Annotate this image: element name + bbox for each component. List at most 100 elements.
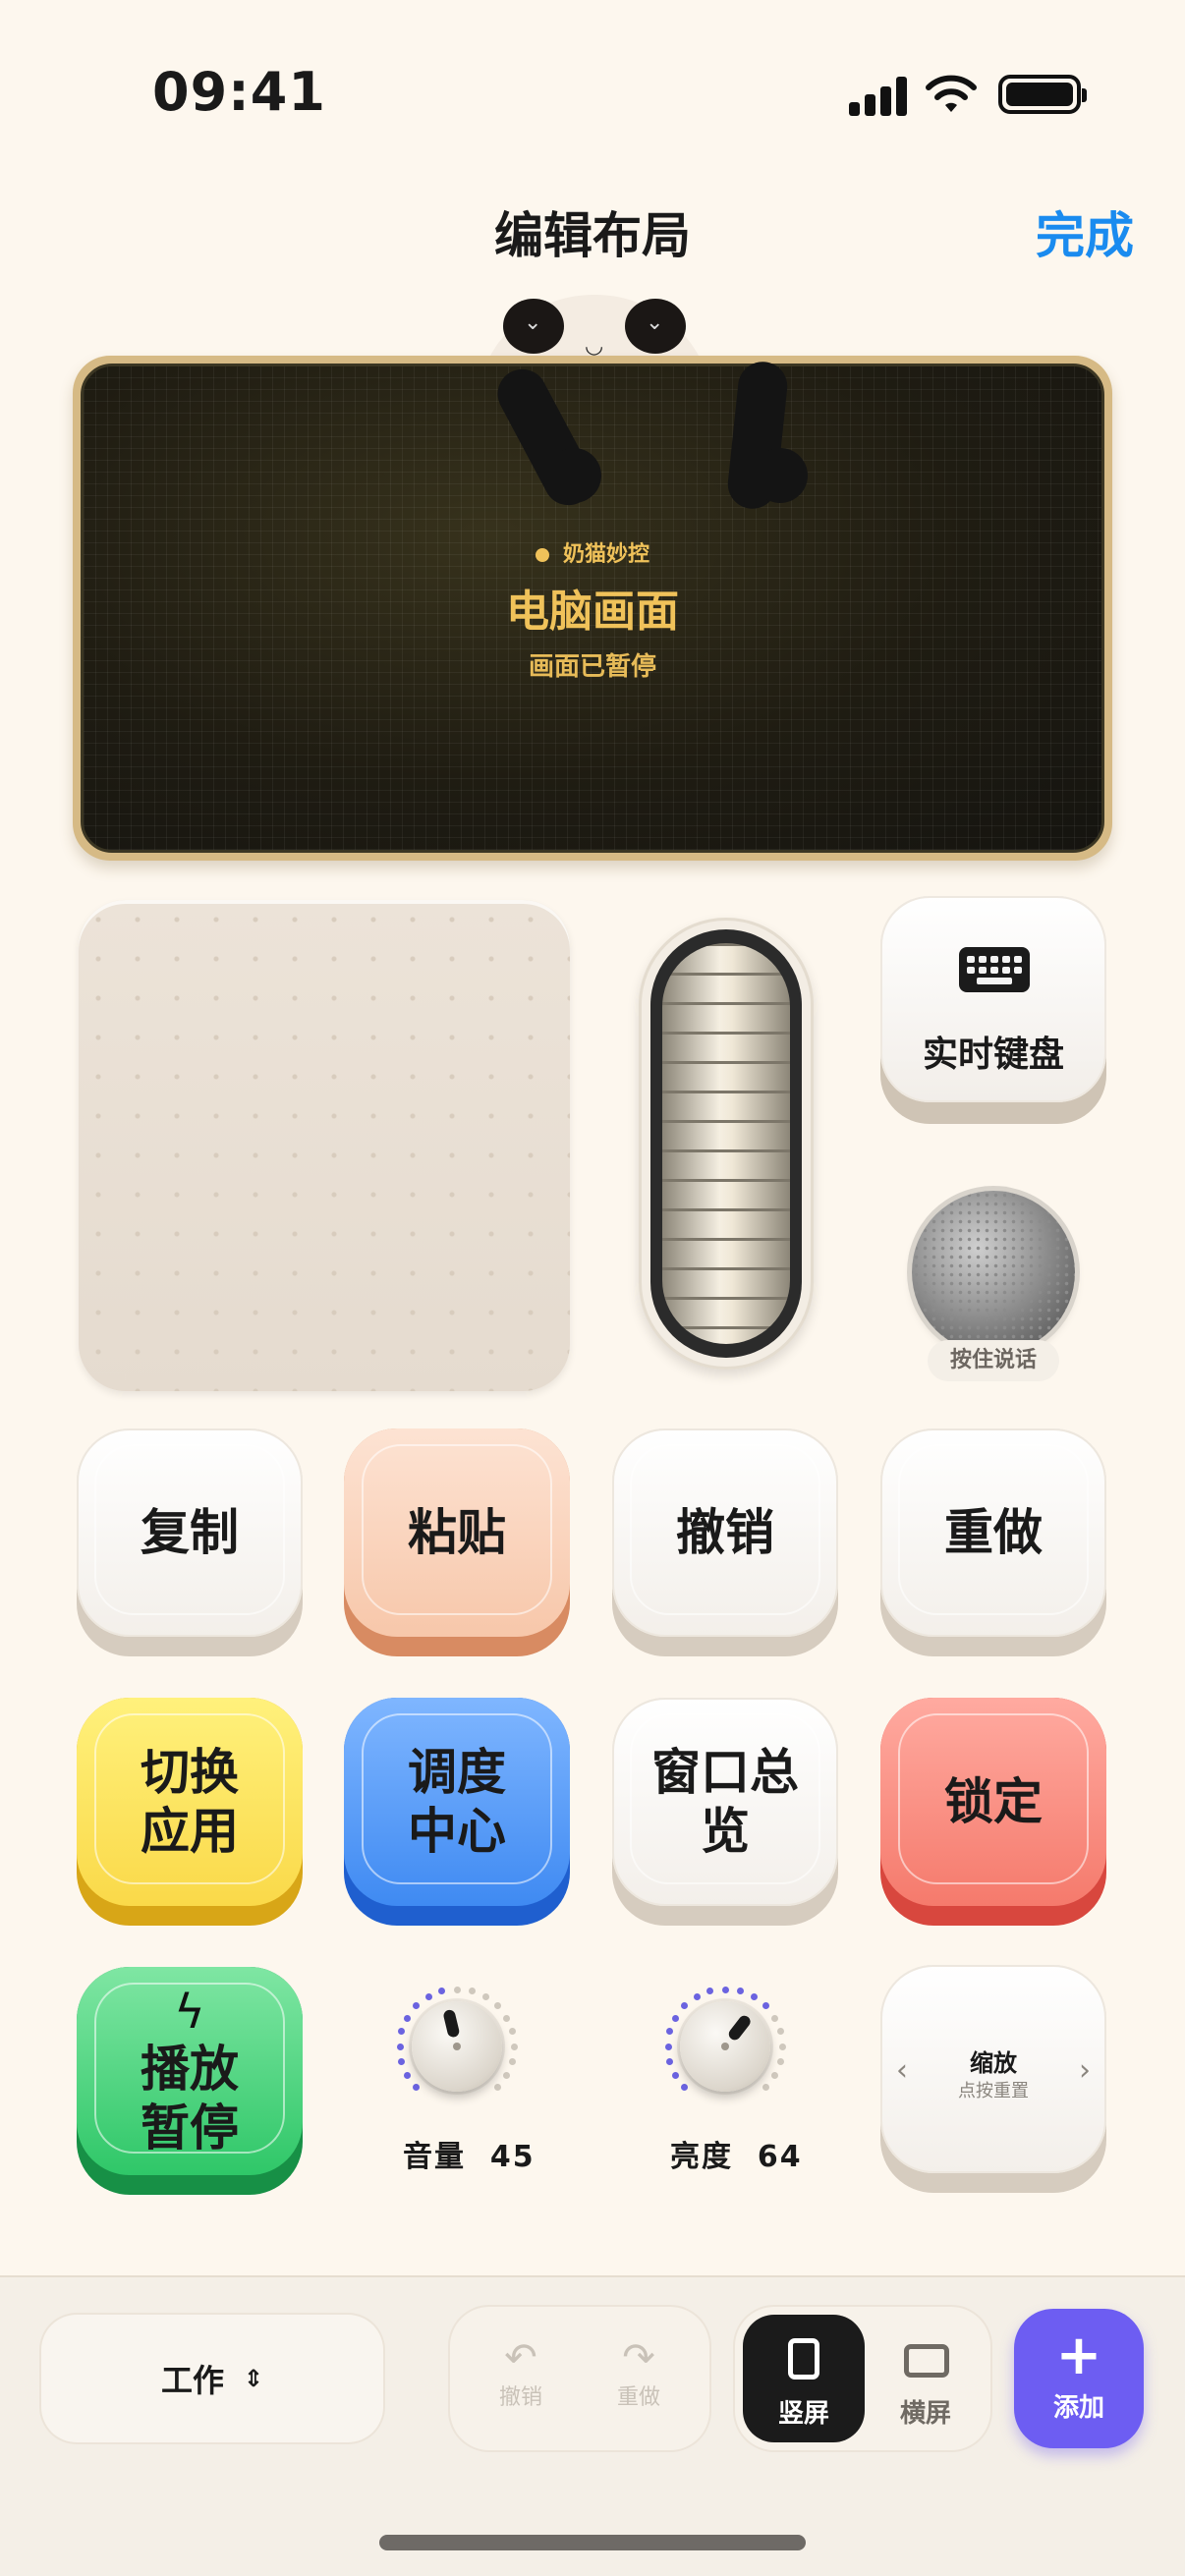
knob-tick xyxy=(413,2083,421,2091)
live-keyboard-button[interactable]: 实时键盘 xyxy=(880,896,1106,1124)
battery-icon xyxy=(998,75,1087,114)
knob-tick xyxy=(481,1993,489,2001)
landscape-button[interactable]: 横屏 xyxy=(865,2315,987,2442)
knob-tick xyxy=(404,2014,412,2022)
knob-tick xyxy=(468,1988,476,1995)
screen-tag-label: 奶猫妙控 xyxy=(562,542,649,567)
layout-mode-label: 工作 xyxy=(160,2362,224,2399)
copy-key[interactable]: 复制 xyxy=(77,1428,303,1656)
knob-tick xyxy=(681,2083,689,2091)
knob-tick xyxy=(508,2057,516,2065)
live-keyboard-label: 实时键盘 xyxy=(922,1035,1064,1075)
knob-tick xyxy=(681,2002,689,2010)
switch-app-key-label: 切换 应用 xyxy=(141,1744,239,1860)
scroll-wheel-roller[interactable] xyxy=(662,943,790,1344)
redo-button-label: 重做 xyxy=(616,2385,660,2410)
lock-key-label: 锁定 xyxy=(944,1773,1043,1830)
add-button-label: 添加 xyxy=(1052,2393,1104,2423)
page-title: 编辑布局 xyxy=(494,207,691,264)
undo-icon: ↶ xyxy=(504,2335,537,2380)
screen-tag: 奶猫妙控 xyxy=(0,536,1185,568)
zoom-subtitle: 点按重置 xyxy=(958,2081,1029,2101)
add-button[interactable]: + 添加 xyxy=(1014,2309,1144,2448)
redo-key[interactable]: 重做 xyxy=(880,1428,1106,1656)
knob-tick xyxy=(508,2028,516,2036)
portrait-button[interactable]: 竖屏 xyxy=(743,2315,865,2442)
mission-control-key-label: 调度 中心 xyxy=(408,1744,506,1860)
wifi-icon xyxy=(926,75,977,112)
knob-tick xyxy=(493,2002,501,2010)
portrait-label: 竖屏 xyxy=(777,2399,829,2429)
screen-status: 画面已暂停 xyxy=(528,652,656,682)
knob-center xyxy=(453,2043,461,2050)
knob-tick xyxy=(398,2028,406,2036)
trackpad[interactable] xyxy=(79,900,570,1391)
knob-tick xyxy=(672,2071,680,2079)
undo-button-label: 撤销 xyxy=(498,2385,542,2410)
volume-knob-indicator xyxy=(442,2008,461,2039)
knob-tick xyxy=(721,1986,729,1993)
zoom-control[interactable]: ‹ › 缩放 点按重置 xyxy=(880,1965,1106,2193)
window-overview-key-label: 窗口总 览 xyxy=(651,1744,799,1860)
knob-tick xyxy=(424,1993,432,2001)
undo-key[interactable]: 撤销 xyxy=(612,1428,838,1656)
push-to-talk-button[interactable] xyxy=(912,1191,1075,1354)
knob-tick xyxy=(776,2057,784,2065)
brightness-label: 亮度 64 xyxy=(670,2132,803,2175)
done-button[interactable]: 完成 xyxy=(1036,196,1134,267)
layout-mode-select[interactable]: 工作 ⇕ xyxy=(41,2315,383,2442)
landscape-label: 横屏 xyxy=(899,2399,951,2429)
copy-key-label: 复制 xyxy=(141,1504,239,1561)
knob-tick xyxy=(666,2057,674,2065)
switch-app-key[interactable]: 切换 应用 xyxy=(77,1698,303,1926)
knob-tick xyxy=(413,2002,421,2010)
knob-tick xyxy=(510,2043,518,2050)
panda-left-paw-pad-icon xyxy=(546,448,601,503)
knob-tick xyxy=(770,2014,778,2022)
knob-tick xyxy=(493,2083,501,2091)
home-indicator[interactable] xyxy=(379,2535,806,2550)
knob-tick xyxy=(776,2028,784,2036)
knob-tick xyxy=(502,2014,510,2022)
push-to-talk-label: 按住说话 xyxy=(928,1340,1059,1381)
orientation-toggle: 竖屏 横屏 xyxy=(735,2307,990,2450)
paste-key[interactable]: 粘贴 xyxy=(344,1428,570,1656)
play-pause-key-label: 播放 暂停 xyxy=(141,2041,239,2156)
volume-value: 45 xyxy=(489,2140,536,2174)
status-dot-icon xyxy=(535,548,549,562)
undo-button[interactable]: ↶ 撤销 xyxy=(472,2336,570,2411)
redo-key-label: 重做 xyxy=(944,1504,1043,1561)
window-overview-key[interactable]: 窗口总 览 xyxy=(612,1698,838,1926)
knob-tick xyxy=(502,2071,510,2079)
lock-key[interactable]: 锁定 xyxy=(880,1698,1106,1926)
knob-tick xyxy=(736,1988,744,1995)
knob-tick xyxy=(770,2071,778,2079)
play-pause-key[interactable]: ϟ 播放 暂停 xyxy=(77,1967,303,2195)
panda-left-eye-icon xyxy=(503,299,564,354)
plus-icon: + xyxy=(1055,2324,1102,2387)
knob-tick xyxy=(666,2028,674,2036)
volume-label: 音量 45 xyxy=(403,2132,536,2175)
knob-tick xyxy=(693,1993,701,2001)
cellular-signal-icon xyxy=(849,77,908,116)
knob-tick xyxy=(706,1988,714,1995)
portrait-icon xyxy=(788,2338,819,2380)
volume-label-text: 音量 xyxy=(403,2140,466,2174)
brightness-knob[interactable] xyxy=(680,2001,770,2092)
knob-tick xyxy=(438,1988,446,1995)
paste-key-label: 粘贴 xyxy=(408,1504,506,1561)
undo-key-label: 撤销 xyxy=(676,1504,774,1561)
brightness-value: 64 xyxy=(757,2140,803,2174)
panda-right-eye-icon xyxy=(625,299,686,354)
knob-tick xyxy=(762,2002,769,2010)
knob-tick xyxy=(750,1993,758,2001)
zoom-title: 缩放 xyxy=(970,2049,1017,2077)
redo-button[interactable]: ↷ 重做 xyxy=(590,2336,688,2411)
mission-control-key[interactable]: 调度 中心 xyxy=(344,1698,570,1926)
knob-center xyxy=(721,2043,729,2050)
volume-knob[interactable] xyxy=(412,2001,502,2092)
undo-redo-group: ↶ 撤销 ↷ 重做 xyxy=(450,2307,709,2450)
knob-tick xyxy=(664,2043,672,2050)
redo-icon: ↷ xyxy=(622,2335,655,2380)
brightness-knob-indicator xyxy=(726,2013,754,2043)
